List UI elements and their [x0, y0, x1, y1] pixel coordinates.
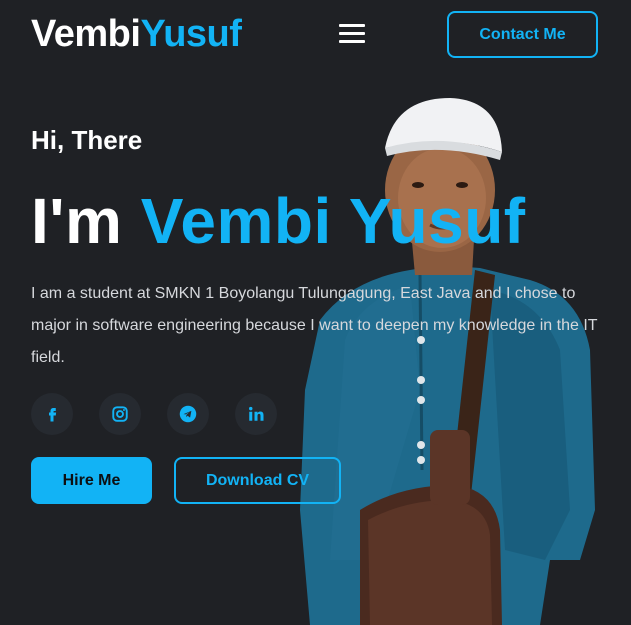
greeting-text: Hi, There: [31, 125, 143, 155]
headline-prefix: I'm: [31, 185, 123, 257]
instagram-icon[interactable]: [99, 393, 141, 435]
facebook-icon[interactable]: [31, 393, 73, 435]
headline-name: Vembi Yusuf: [140, 185, 526, 257]
contact-me-button[interactable]: Contact Me: [447, 11, 598, 58]
hero-headline: I'm Vembi Yusuf: [31, 183, 526, 259]
logo-last-name: Yusuf: [140, 13, 242, 55]
site-logo[interactable]: VembiYusuf: [31, 12, 242, 56]
hamburger-icon[interactable]: [339, 24, 365, 44]
hire-me-button[interactable]: Hire Me: [31, 457, 152, 504]
telegram-icon[interactable]: [167, 393, 209, 435]
download-cv-button[interactable]: Download CV: [174, 457, 341, 504]
hero-description: I am a student at SMKN 1 Boyolangu Tulun…: [31, 285, 598, 366]
linkedin-icon[interactable]: [235, 393, 277, 435]
logo-first-name: Vembi: [31, 13, 141, 55]
